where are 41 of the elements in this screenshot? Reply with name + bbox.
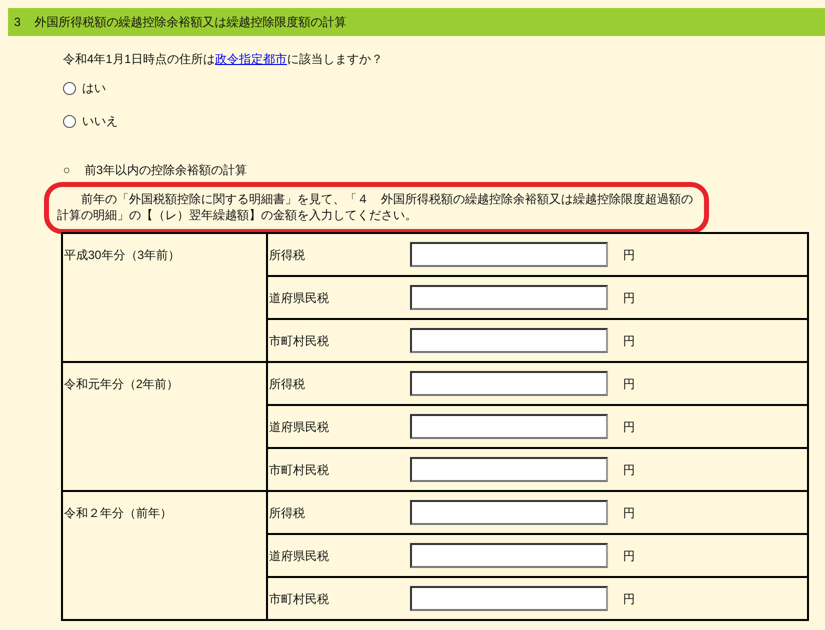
link[interactable]: 政令指定都市 (215, 52, 288, 66)
tax-label: 所得税 (268, 504, 306, 522)
unit-label: 円 (623, 246, 635, 264)
tax-label: 道府県民税 (268, 418, 330, 436)
amount-input[interactable] (410, 242, 608, 267)
unit-label: 円 (623, 418, 635, 436)
question-text: 令和4年1月1日時点の住所は政令指定都市に該当しますか？ (63, 51, 384, 68)
amount-input[interactable] (410, 500, 608, 525)
tax-label: 所得税 (268, 376, 306, 392)
section-title: 外国所得税額の繰越控除余裕額又は繰越控除限度額の計算 (34, 14, 347, 31)
unit-label: 円 (623, 548, 635, 564)
amount-input[interactable] (410, 371, 608, 396)
section-number: 3 (14, 14, 21, 31)
unit-label: 円 (623, 462, 635, 478)
radio-button[interactable] (63, 114, 76, 128)
year-label: 令和元年分（2年前） (64, 377, 179, 391)
amount-input[interactable] (410, 543, 608, 568)
option-label: いいえ (82, 113, 118, 130)
amount-input[interactable] (410, 285, 608, 310)
tax-label: 市町村民税 (268, 332, 330, 350)
instruction-text: 前年の「外国税額控除に関する明細書」を見て、「４ 外国所得税額の繰越控除余裕額又は繰越控除限度超過額の計算の明細」の【（レ）翌年繰越額】の金額を入力してください。 (57, 191, 694, 223)
amount-input[interactable] (410, 414, 608, 439)
unit-label: 円 (623, 290, 635, 306)
tax-label: 市町村民税 (268, 462, 330, 478)
unit-label: 円 (623, 376, 635, 392)
amount-input[interactable] (410, 328, 608, 353)
tax-label: 道府県民税 (268, 548, 330, 564)
year-label: 平成30年分（3年前） (64, 248, 180, 262)
amount-input[interactable] (410, 457, 608, 482)
unit-label: 円 (623, 332, 635, 350)
bullet-text: ○ (63, 162, 70, 179)
subsection-title: 前3年以内の控除余裕額の計算 (84, 162, 247, 179)
tax-label: 所得税 (268, 246, 306, 264)
radio-button[interactable] (63, 82, 76, 94)
tax-label: 市町村民税 (268, 590, 330, 608)
option-label: はい (82, 80, 106, 97)
tax-label: 道府県民税 (268, 290, 330, 306)
unit-label: 円 (623, 504, 635, 522)
unit-label: 円 (623, 590, 635, 608)
amount-input[interactable] (410, 586, 608, 611)
year-label: 令和２年分（前年） (64, 506, 172, 520)
